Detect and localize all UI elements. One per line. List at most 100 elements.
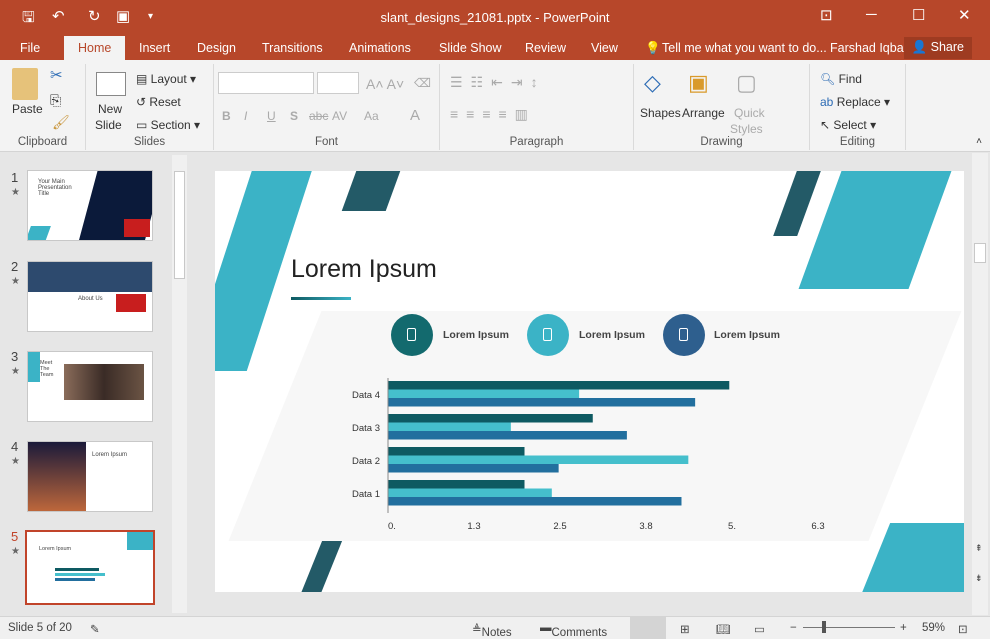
select-button[interactable]: ↖ Select ▾	[820, 118, 876, 132]
user-name[interactable]: Farshad Iqbal	[830, 41, 906, 55]
tab-slide-show[interactable]: Slide Show	[439, 41, 502, 55]
bar	[388, 431, 627, 440]
ribbon-display-icon[interactable]: ⊡	[820, 6, 833, 24]
tell-me-search[interactable]: Tell me what you want to do...	[662, 41, 827, 55]
status-bar: Slide 5 of 20 ✎ ≜ Notes ▬ Comments ⊞ 📖︎ …	[0, 616, 990, 639]
section-button[interactable]: ▭ Section ▾	[136, 118, 200, 132]
normal-view-button[interactable]	[630, 617, 666, 639]
tab-transitions[interactable]: Transitions	[262, 41, 323, 55]
thumbnail-scrollbar[interactable]	[172, 155, 187, 613]
slide-thumbnail-4[interactable]: Lorem Ipsum	[27, 441, 153, 512]
italic-button[interactable]: I	[244, 109, 247, 123]
tab-file[interactable]: File	[20, 41, 40, 55]
scrollbar-thumb[interactable]	[974, 243, 986, 263]
maximize-button[interactable]: ☐	[912, 6, 925, 24]
tab-design[interactable]: Design	[197, 41, 236, 55]
new-slide-icon[interactable]	[96, 72, 126, 96]
bold-button[interactable]: B	[222, 109, 231, 123]
font-color-button[interactable]: A	[410, 107, 420, 124]
thumbnail-title: Your Main Presentation Title	[38, 179, 72, 197]
slides-group: New Slide ▤ Layout ▾ ↺ Reset ▭ Section ▾…	[86, 64, 214, 150]
shapes-icon[interactable]: ◇	[644, 70, 661, 96]
grow-font-icon[interactable]: A˄ A˅	[366, 76, 404, 92]
zoom-slider[interactable]	[803, 627, 895, 628]
change-case-button[interactable]: Aa	[364, 109, 379, 123]
strikethrough-button[interactable]: abc	[309, 109, 328, 123]
zoom-slider-thumb[interactable]	[822, 621, 826, 633]
shapes-button[interactable]: Shapes	[640, 106, 681, 120]
slideshow-view-icon[interactable]: ▭	[754, 622, 765, 636]
minimize-button[interactable]: ─	[866, 6, 877, 23]
slide-scrollbar[interactable]: ⇞ ⇟	[972, 153, 988, 615]
decor-shape	[798, 171, 952, 289]
x-tick-label: 5.	[728, 521, 736, 532]
notes-button[interactable]: ≜ Notes	[472, 622, 512, 639]
arrange-button[interactable]: Arrange	[682, 106, 725, 120]
slide-thumbnail-5-selected[interactable]: Lorem Ipsum	[25, 530, 155, 605]
quick-styles-label-1[interactable]: Quick	[734, 106, 765, 120]
collapse-ribbon-icon[interactable]: ˄	[976, 136, 982, 147]
tab-home[interactable]: Home	[64, 36, 126, 60]
tab-insert[interactable]: Insert	[139, 41, 170, 55]
fit-slide-icon[interactable]: ⊡	[958, 622, 968, 636]
close-button[interactable]: ✕	[958, 6, 971, 24]
paste-button[interactable]: Paste	[12, 102, 43, 116]
icon-circle-1	[391, 314, 433, 356]
layout-button[interactable]: ▤ Layout ▾	[136, 72, 196, 86]
category-label: Data 1	[352, 489, 380, 500]
copy-icon[interactable]: ⎘	[50, 92, 61, 109]
bar	[388, 464, 559, 473]
quick-styles-label-2[interactable]: Styles	[730, 122, 763, 136]
find-button[interactable]: 🔍︎ Find	[820, 72, 862, 86]
tab-animations[interactable]: Animations	[349, 41, 411, 55]
font-label: Font	[314, 136, 338, 148]
tab-review[interactable]: Review	[525, 41, 566, 55]
paste-icon[interactable]	[12, 68, 38, 100]
star-icon: ★	[11, 366, 20, 377]
align-icons[interactable]: ≡≡≡≡▥	[450, 106, 536, 123]
font-size-select[interactable]	[317, 72, 359, 94]
font-family-select[interactable]	[218, 72, 314, 94]
clear-formatting-icon[interactable]: ⌫	[414, 76, 431, 90]
tab-view[interactable]: View	[591, 41, 618, 55]
zoom-level[interactable]: 59%	[922, 622, 945, 634]
new-slide-label-2[interactable]: Slide	[95, 118, 122, 132]
star-icon: ★	[11, 546, 20, 557]
cut-icon[interactable]: ✂	[50, 66, 63, 84]
icon-label-2: Lorem Ipsum	[579, 329, 645, 341]
slide-canvas[interactable]: Lorem Ipsum Lorem Ipsum Lorem Ipsum Lore…	[215, 171, 964, 592]
search-icon: 🔍︎	[820, 72, 839, 86]
reading-view-icon[interactable]: 📖︎	[716, 622, 731, 636]
reset-button[interactable]: ↺ Reset	[136, 95, 181, 109]
bar	[388, 488, 552, 497]
scrollbar-thumb[interactable]	[174, 171, 185, 279]
spell-check-icon[interactable]: ✎	[90, 622, 100, 636]
replace-button[interactable]: ab Replace ▾	[820, 95, 890, 109]
bar	[388, 414, 593, 423]
list-icons[interactable]: ☰☷⇤⇥↕	[450, 74, 546, 91]
zoom-out-button[interactable]: −	[790, 622, 797, 634]
bar	[388, 480, 525, 489]
thumbnail-number: 5	[11, 529, 19, 544]
previous-slide-icon[interactable]: ⇞	[975, 543, 983, 554]
shadow-button[interactable]: S	[290, 109, 298, 123]
underline-button[interactable]: U	[267, 109, 276, 123]
share-button[interactable]: 👤 Share	[903, 37, 972, 59]
next-slide-icon[interactable]: ⇟	[975, 573, 983, 584]
title-bar: 🖫 ↶ ↻ ▣ ▾ slant_designs_21081.pptx - Pow…	[0, 0, 990, 36]
zoom-in-button[interactable]: +	[900, 622, 907, 634]
format-painter-icon[interactable]: 🖌	[52, 114, 70, 131]
new-slide-label-1[interactable]: New	[98, 102, 122, 116]
bar-chart[interactable]: Data 1 Data 2 Data 3 Data 4 0. 1.3 2.5 3.8 5. 6.3	[340, 376, 840, 546]
ribbon-tabs: File Home Insert Design Transitions Anim…	[0, 36, 990, 60]
arrange-icon[interactable]: ▣	[688, 70, 709, 96]
slide-sorter-icon[interactable]: ⊞	[680, 622, 690, 636]
thumbnail-number: 4	[11, 439, 19, 454]
character-spacing-button[interactable]: AV	[332, 109, 347, 123]
editing-group: 🔍︎ Find ab Replace ▾ ↖ Select ▾ Editing	[810, 64, 906, 150]
comments-button[interactable]: ▬ Comments	[540, 622, 607, 639]
quick-styles-icon[interactable]: ▢	[736, 70, 757, 96]
slide-thumbnail-2[interactable]: About Us	[27, 261, 153, 332]
slide-thumbnail-3[interactable]: Meet The Team	[27, 351, 153, 422]
slide-thumbnail-1[interactable]: Your Main Presentation Title	[27, 170, 153, 241]
